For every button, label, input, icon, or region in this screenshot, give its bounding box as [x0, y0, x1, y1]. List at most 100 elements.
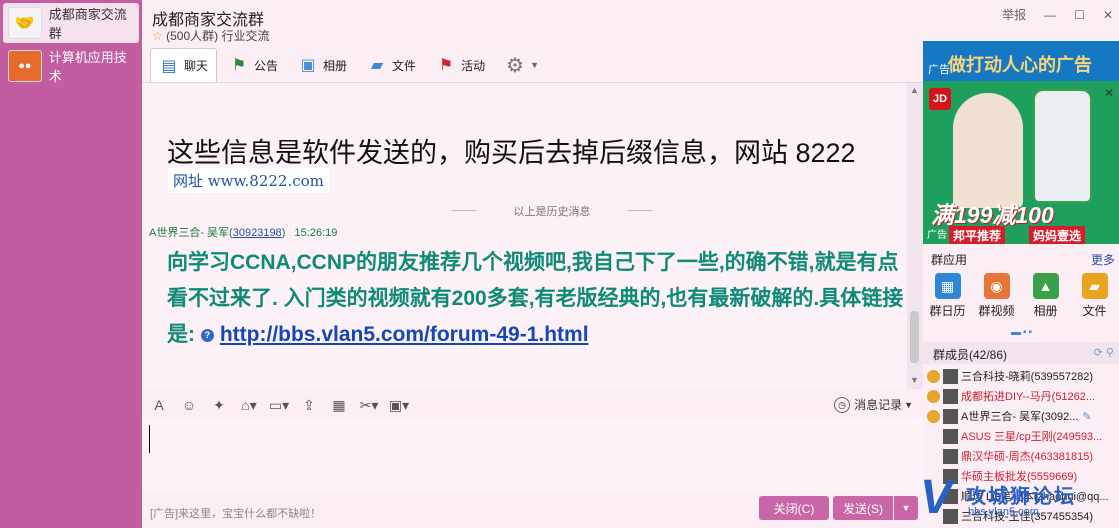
ad-banner[interactable]: 广告 做打动人心的广告 ✕ JD 满199减100 广告 邦平推荐 妈妈壹选	[923, 41, 1119, 244]
folder-icon: ▰	[370, 57, 384, 74]
group-category: 行业交流	[221, 29, 270, 43]
flag-icon: ⚑	[438, 57, 454, 74]
chevron-down-icon: ▼	[530, 60, 539, 70]
gift-icon[interactable]: ⌂▾	[236, 394, 262, 416]
input-toolbar: A ☺ ✦ ⌂▾ ▭▾ ⇪ ▦ ✂▾ ▣▾	[142, 392, 923, 418]
members-tools-icon[interactable]: ⟳ ⚲	[1094, 346, 1114, 359]
footer-ad-link[interactable]: [广告]来这里，宝宝什么都不缺啦！	[150, 505, 321, 521]
sender-id-link[interactable]: 30923198	[233, 227, 282, 239]
message-area: 这些信息是软件发送的，购买后去掉后缀信息，网站 8222 网址 www.8222…	[142, 83, 907, 389]
message-history-button[interactable]: ◷ 消息记录 ▼	[834, 396, 913, 413]
scissors-icon[interactable]: ✂▾	[356, 394, 382, 416]
report-button[interactable]: 举报	[1002, 6, 1026, 23]
app-calendar[interactable]: ▦ 群日历	[923, 270, 972, 319]
members-title: 群成员(42/86)	[933, 348, 1008, 362]
font-icon[interactable]: A	[146, 394, 172, 416]
member-row[interactable]: ASUS 三星/cp王刚(249593...	[923, 426, 1119, 446]
maximize-icon[interactable]: ☐	[1074, 8, 1085, 22]
sidebar-item-label: 成都商家交流群	[48, 7, 127, 41]
history-label: 消息记录	[854, 398, 903, 412]
watermark-title: 攻城狮论坛	[966, 486, 1076, 508]
ad-product-image	[1033, 89, 1092, 203]
right-panel: 举报 — ☐ ✕ 广告 做打动人心的广告 ✕ JD 满199减100 广告 邦平…	[923, 0, 1119, 528]
group-sidebar: 🤝 成都商家交流群 ●● 计算机应用技术	[0, 0, 142, 528]
album-icon: ▣	[300, 57, 316, 74]
help-icon: ?	[200, 328, 214, 342]
tab-bar: ▤ 聊天 ⚑ 公告 ▣ 相册 ▰ 文件 ⚑ 活动 ⚙ ▼	[150, 48, 551, 82]
user-icon	[927, 369, 940, 383]
tab-label: 聊天	[184, 59, 209, 73]
edit-icon[interactable]: ✎	[1082, 410, 1091, 423]
apps-more-link[interactable]: 更多	[1091, 251, 1115, 268]
send-options-button[interactable]: ▼	[894, 496, 918, 520]
app-album[interactable]: ▲ 相册	[1021, 270, 1070, 319]
group-subtitle: ☆ (500人群) 行业交流	[152, 27, 269, 44]
banner-url: 网址 www.8222.com	[168, 168, 329, 193]
message-link[interactable]: http://bbs.vlan5.com/forum-49-1.html	[220, 323, 589, 346]
message-input[interactable]	[142, 418, 923, 493]
history-divider: 以上是历史消息	[452, 203, 652, 219]
apps-pager[interactable]: ▬▪▪	[1011, 327, 1034, 338]
sidebar-item-group-1[interactable]: 🤝 成都商家交流群	[3, 3, 139, 43]
scroll-down-icon[interactable]: ▼	[910, 375, 919, 385]
chevron-down-icon: ▼	[904, 399, 913, 410]
folder-icon: ▰	[1081, 273, 1108, 299]
app-video[interactable]: ◉ 群视频	[972, 270, 1021, 319]
ad-tag: 广告	[928, 64, 950, 76]
banner-text: 这些信息是软件发送的，购买后去掉后缀信息，网站 8222	[167, 138, 856, 168]
sidebar-item-group-2[interactable]: ●● 计算机应用技术	[3, 46, 139, 86]
group-icon: ●●	[8, 50, 42, 82]
avatar	[943, 408, 958, 424]
avatar	[943, 388, 958, 404]
member-row[interactable]: 三合科技-晓莉(539557282)	[923, 366, 1119, 386]
member-row[interactable]: 成都拓进DIY--马丹(51262...	[923, 386, 1119, 406]
tab-activity[interactable]: ⚑ 活动	[428, 50, 493, 80]
member-row[interactable]: 鼎汉华硕-周杰(463381815)	[923, 446, 1119, 466]
user-icon	[927, 389, 940, 403]
ad-close-icon[interactable]: ✕	[1104, 86, 1114, 100]
send-button[interactable]: 发送(S)	[833, 496, 893, 520]
chevron-down-icon: ▼	[901, 503, 911, 513]
avatar	[943, 428, 958, 444]
screen-icon[interactable]: ▣▾	[386, 394, 412, 416]
close-button[interactable]: 关闭(C)	[759, 496, 829, 520]
scroll-up-icon[interactable]: ▲	[910, 85, 919, 95]
ad-promo-sub: 妈妈壹选	[1029, 226, 1086, 244]
window-controls: 举报 — ☐ ✕	[984, 6, 1113, 23]
chat-icon: ▤	[161, 57, 177, 75]
message-scrollbar[interactable]: ▲ ▼	[907, 83, 923, 389]
package-icon[interactable]: ▦	[326, 394, 352, 416]
app-label: 文件	[1082, 304, 1107, 318]
tab-chat[interactable]: ▤ 聊天	[150, 48, 218, 82]
ad-promo-sub2: 邦平推荐	[949, 226, 1006, 244]
tab-album[interactable]: ▣ 相册	[290, 50, 355, 80]
settings-menu[interactable]: ⚙ ▼	[497, 50, 547, 80]
tab-files[interactable]: ▰ 文件	[359, 50, 424, 80]
ad-person-image	[953, 93, 1023, 208]
message-body: 向学习CCNA,CCNP的朋友推荐几个视频吧,我自己下了一些,的确不错,就是有点…	[167, 245, 907, 353]
magic-icon[interactable]: ✦	[206, 394, 232, 416]
tab-label: 文件	[392, 58, 417, 73]
upload-icon[interactable]: ⇪	[296, 394, 322, 416]
message-sender: A世界三合- 吴军(30923198) 15:26:19	[149, 224, 337, 240]
close-icon[interactable]: ✕	[1103, 8, 1113, 22]
ad-promo: 满199减100	[931, 202, 1054, 228]
emoji-icon[interactable]: ☺	[176, 394, 202, 416]
tab-announcement[interactable]: ⚑ 公告	[221, 50, 286, 80]
member-count: (500人群)	[166, 29, 219, 43]
sender-name: A世界三合- 吴军(	[149, 227, 233, 239]
minimize-icon[interactable]: —	[1044, 8, 1056, 22]
app-files[interactable]: ▰ 文件	[1070, 270, 1119, 319]
tab-label: 相册	[323, 58, 348, 73]
scrollbar-thumb[interactable]	[910, 311, 919, 363]
app-label: 相册	[1033, 304, 1058, 318]
member-name: A世界三合- 吴军(3092...	[961, 411, 1079, 423]
image-icon[interactable]: ▭▾	[266, 394, 292, 416]
apps-list: ▦ 群日历 ◉ 群视频 ▲ 相册 ▰ 文件	[923, 270, 1119, 319]
forum-watermark: V 攻城狮论坛 bbs.vlan5.com	[920, 470, 1119, 528]
gear-icon: ⚙	[506, 54, 525, 77]
app-label: 群视频	[978, 304, 1015, 318]
member-name: 鼎汉华硕-周杰(463381815)	[961, 451, 1094, 463]
member-row[interactable]: A世界三合- 吴军(3092... ✎	[923, 406, 1119, 426]
brand-logo: JD	[929, 88, 951, 110]
